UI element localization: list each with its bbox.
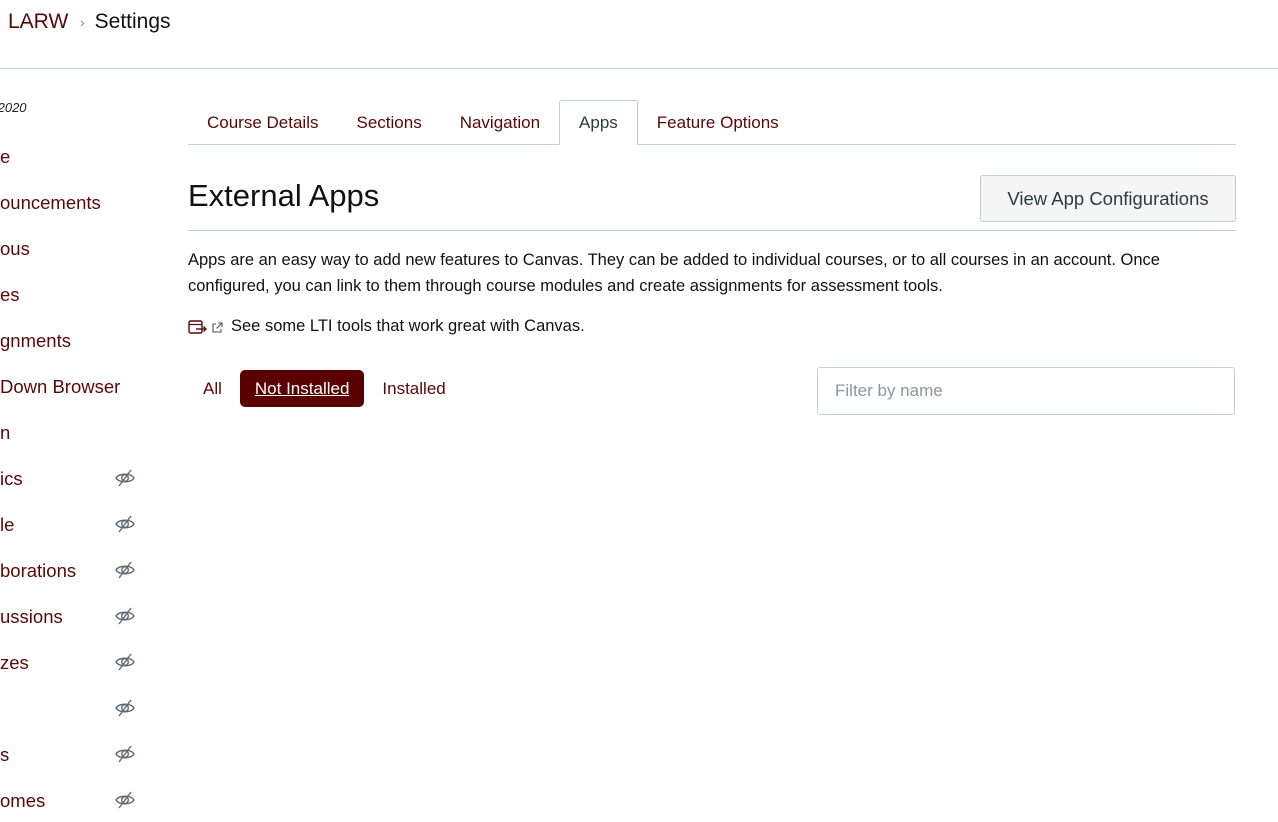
eye-slash-icon: [114, 468, 136, 488]
sidebar-nav-item[interactable]: ics: [0, 464, 150, 494]
eye-slash-icon: [114, 698, 136, 718]
tab-course-details[interactable]: Course Details: [188, 100, 338, 145]
page-title: External Apps: [188, 178, 380, 213]
install-filter-group: All Not Installed Installed: [188, 370, 461, 407]
sidebar-nav-item[interactable]: n: [0, 418, 150, 448]
eye-slash-icon: [114, 514, 136, 534]
course-term: .2020: [0, 100, 27, 115]
tab-navigation[interactable]: Navigation: [441, 100, 559, 145]
sidebar-nav-item[interactable]: s: [0, 740, 150, 770]
filter-installed-button[interactable]: Installed: [367, 370, 460, 407]
breadcrumb-course-link[interactable]: LARW: [8, 10, 68, 34]
sidebar-nav-item[interactable]: ous: [0, 234, 150, 264]
sidebar-nav-item-label: gnments: [0, 330, 71, 351]
eye-slash-icon: [114, 744, 136, 764]
filter-all-button[interactable]: All: [188, 370, 237, 407]
sidebar-nav-item-label: e: [0, 146, 11, 167]
sidebar-nav-item-label: ussions: [0, 606, 63, 627]
sidebar-nav-item-label: es: [0, 284, 20, 305]
sidebar-nav-item[interactable]: gnments: [0, 326, 150, 356]
sidebar-nav-item[interactable]: ouncements: [0, 188, 150, 218]
filter-by-name-input[interactable]: [817, 367, 1235, 415]
sidebar-nav-item[interactable]: e: [0, 142, 150, 172]
sidebar-nav-item-label: ics: [0, 468, 23, 489]
apps-description: Apps are an easy way to add new features…: [188, 251, 1160, 295]
sidebar-nav-item[interactable]: es: [0, 280, 150, 310]
sidebar-nav-item-label: zes: [0, 652, 29, 673]
breadcrumb-current: Settings: [94, 10, 171, 33]
sidebar-nav-item-label: ouncements: [0, 192, 101, 213]
sidebar-nav-item-label: s: [0, 744, 10, 765]
view-app-configurations-button[interactable]: View App Configurations: [980, 175, 1236, 222]
breadcrumb-separator-icon: ›: [80, 14, 85, 30]
sidebar-nav-item-label: le: [0, 514, 15, 535]
sidebar-nav-item-label: Down Browser: [0, 376, 121, 397]
external-link-icon: [212, 322, 223, 333]
tab-sections[interactable]: Sections: [338, 100, 441, 145]
eye-slash-icon: [114, 606, 136, 626]
filter-not-installed-button[interactable]: Not Installed: [239, 370, 365, 407]
sidebar-nav-item[interactable]: zes: [0, 648, 150, 678]
course-navigation-sidebar: .2020 e ouncements ous es gnments Down Browse…: [0, 69, 150, 822]
sidebar-nav-item[interactable]: [0, 694, 150, 724]
sidebar-nav-item-label: ous: [0, 238, 30, 259]
sidebar-nav-item[interactable]: le: [0, 510, 150, 540]
settings-tabs: Course Details Sections Navigation Apps …: [188, 100, 1236, 145]
sidebar-nav-item[interactable]: ussions: [0, 602, 150, 632]
tab-feature-options[interactable]: Feature Options: [638, 100, 798, 145]
lti-tools-icon: [188, 319, 207, 334]
tab-apps[interactable]: Apps: [559, 100, 638, 145]
sidebar-nav-item[interactable]: borations: [0, 556, 150, 586]
title-divider: [188, 230, 1236, 231]
sidebar-nav-item-label: n: [0, 422, 11, 443]
sidebar-nav-item[interactable]: omes: [0, 786, 150, 816]
page-header: LARW › Settings: [0, 0, 1278, 69]
eye-slash-icon: [114, 790, 136, 810]
sidebar-nav-item-label: borations: [0, 560, 77, 581]
sidebar-nav-item-label: omes: [0, 790, 46, 811]
eye-slash-icon: [114, 652, 136, 672]
lti-tools-link-text: See some LTI tools that work great with …: [231, 317, 585, 335]
breadcrumb: LARW › Settings: [8, 10, 171, 34]
sidebar-nav-item[interactable]: Down Browser: [0, 372, 150, 402]
eye-slash-icon: [114, 560, 136, 580]
lti-tools-link[interactable]: See some LTI tools that work great with …: [188, 317, 585, 336]
